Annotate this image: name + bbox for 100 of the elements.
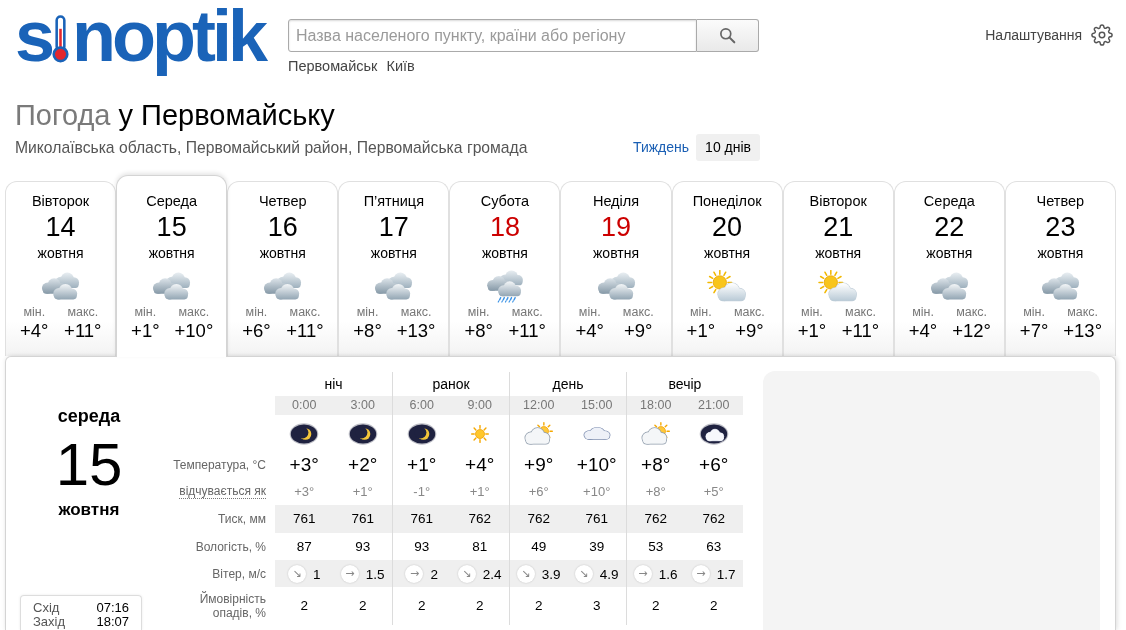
temperature-value: +6°	[699, 454, 729, 476]
crescent-moon-icon	[289, 422, 320, 445]
pressure-cell: 761	[275, 505, 334, 533]
wind-speed: 1	[313, 566, 321, 583]
precipitation-value: 2	[652, 598, 660, 614]
max-label: макс.	[845, 305, 876, 320]
sun-and-cloud-icon	[640, 422, 672, 445]
max-label: макс.	[67, 305, 99, 320]
city-link[interactable]: Первомайськ	[288, 58, 378, 75]
period-label: ніч	[324, 375, 343, 393]
day-tab[interactable]: Середа 15 жовтня мін. +1° макс. +10°	[116, 175, 228, 357]
range-tab[interactable]: Тиждень	[633, 134, 690, 161]
pressure-cell: 761	[333, 505, 392, 533]
feels-like-value: +3°	[294, 483, 315, 500]
page-title: Погода у Первомайську	[15, 99, 335, 131]
time-cell: 15:00	[567, 396, 626, 415]
search-field[interactable]: Назва населеного пункту, країни або регіону	[288, 19, 697, 52]
overcast-clouds-icon	[152, 272, 192, 300]
wind-speed: 3.9	[541, 566, 561, 583]
weekday-label: Середа	[923, 192, 975, 210]
day-tab[interactable]: Вівторок 21 жовтня мін. +1° макс. +11°	[782, 181, 894, 356]
feels-like-value: +10°	[583, 483, 611, 500]
logo-text[interactable]: s	[15, 0, 52, 72]
settings-link[interactable]: Налаштування	[985, 24, 1082, 46]
max-temperature: +13°	[396, 320, 436, 342]
wind-speed: 2	[430, 566, 438, 583]
max-label: макс.	[178, 305, 210, 320]
day-tab[interactable]: Середа 22 жовтня мін. +4° макс. +12°	[893, 181, 1005, 356]
range-tab[interactable]: 10 днів	[696, 134, 761, 161]
temperature-value: +4°	[465, 454, 495, 476]
min-temperature: +6°	[242, 320, 271, 342]
sun-and-cloud-icon	[523, 422, 555, 445]
day-tab[interactable]: Субота 18 жовтня мін. +8° макс. +11°	[449, 181, 561, 356]
pressure-cell: 762	[626, 505, 685, 533]
wind-direction-icon: →	[633, 564, 652, 583]
sun-time-label: Захід	[33, 615, 66, 629]
wind-speed: 4.9	[599, 566, 619, 583]
max-temperature: +9°	[735, 320, 764, 342]
period-label: день	[552, 375, 584, 393]
day-tab[interactable]: Четвер 23 жовтня мін. +7° макс. +13°	[1004, 181, 1116, 356]
day-tab[interactable]: Понеділок 20 жовтня мін. +1° макс. +9°	[671, 181, 783, 356]
precipitation-value: 2	[535, 598, 543, 614]
row-label: Вологість, %	[195, 539, 266, 554]
overcast-clouds-icon	[929, 272, 969, 300]
weekday-label: Неділя	[592, 192, 640, 210]
date-number: 17	[378, 212, 409, 242]
humidity-value: 39	[589, 538, 605, 555]
humidity-value: 81	[472, 538, 488, 555]
overcast-clouds-icon	[1040, 272, 1080, 300]
settings-icon[interactable]	[1091, 24, 1113, 46]
temperature-value: +8°	[641, 454, 671, 476]
day-tab[interactable]: Неділя 19 жовтня мін. +4° макс. +9°	[560, 181, 672, 356]
max-label: макс.	[956, 305, 987, 320]
search-button[interactable]	[697, 19, 759, 52]
weekday-label: Субота	[480, 192, 530, 210]
feels-like-value: +8°	[645, 483, 666, 500]
min-temperature: +4°	[908, 320, 938, 342]
month-label: жовтня	[704, 245, 751, 262]
sun-and-cloud-icon	[818, 270, 859, 302]
humidity-value: 93	[355, 538, 371, 555]
min-label: мін.	[578, 305, 601, 320]
precipitation-value: 2	[710, 598, 718, 614]
date-number: 15	[55, 433, 123, 497]
month-label: жовтня	[148, 245, 195, 262]
max-label: макс.	[1067, 305, 1099, 320]
time-cell: 18:00	[626, 396, 685, 415]
month-label: жовтня	[926, 245, 973, 262]
date-number: 21	[823, 212, 854, 242]
day-tab[interactable]: Вівторок 14 жовтня мін. +4° макс. +11°	[5, 181, 117, 356]
date-number: 19	[601, 212, 632, 242]
precipitation-value: 2	[476, 598, 484, 614]
max-temperature: +9°	[624, 320, 653, 342]
sun-and-cloud-icon	[707, 270, 748, 302]
min-label: мін.	[356, 305, 379, 320]
city-link[interactable]: Київ	[386, 58, 415, 75]
date-number: 14	[45, 212, 76, 242]
precipitation-value: 3	[593, 598, 601, 614]
month-label: жовтня	[37, 245, 84, 262]
temperature-value: +10°	[576, 454, 617, 476]
row-label: Температура, °C	[173, 458, 266, 472]
thermometer-icon[interactable]	[52, 14, 70, 64]
month-label: жовтня	[593, 245, 639, 262]
search-icon	[719, 27, 736, 44]
weekday-label: Четвер	[1036, 192, 1085, 210]
weekday-label: Четвер	[258, 192, 307, 210]
day-tab[interactable]: Четвер 16 жовтня мін. +6° макс. +11°	[227, 181, 339, 356]
humidity-value: 53	[648, 538, 664, 555]
date-number: 23	[1045, 212, 1076, 242]
time-cell: 9:00	[450, 396, 509, 415]
precipitation-value: 2	[359, 598, 367, 614]
date-number: 18	[489, 212, 520, 242]
humidity-value: 49	[531, 538, 547, 555]
row-label: Вітер, м/с	[212, 566, 266, 581]
min-temperature: +1°	[686, 320, 716, 342]
pressure-cell: 762	[450, 505, 509, 533]
humidity-value: 93	[414, 538, 430, 555]
temperature-value: +9°	[524, 454, 554, 476]
rain-cloud-icon	[485, 269, 524, 303]
overcast-clouds-icon	[263, 272, 303, 300]
day-tab[interactable]: П’ятниця 17 жовтня мін. +8° макс. +13°	[338, 181, 450, 356]
